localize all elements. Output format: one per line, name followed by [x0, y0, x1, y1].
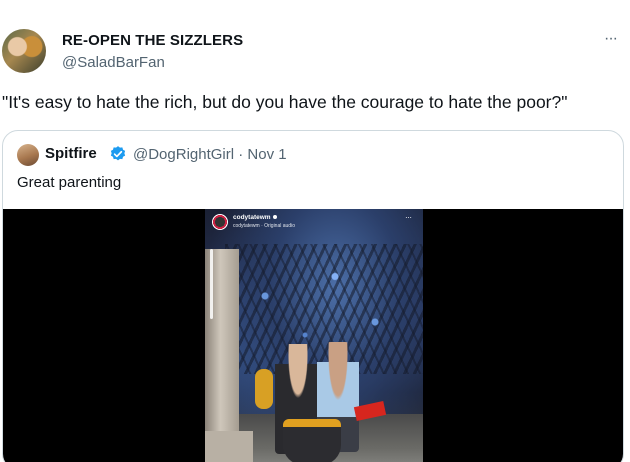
tweet-text: "It's easy to hate the rich, but do you …	[2, 92, 568, 112]
video-progress-indicator	[210, 249, 213, 319]
verified-badge-icon	[110, 146, 126, 161]
quote-text: Great parenting	[17, 174, 122, 191]
ig-avatar	[212, 214, 228, 230]
video-player[interactable]: codytatewm codytatewm · Original audio ·…	[3, 209, 623, 462]
author-handle[interactable]: @SaladBarFan	[62, 54, 165, 71]
video-candy-bucket	[283, 419, 341, 462]
ig-more-icon: ···	[405, 213, 412, 222]
quoted-tweet[interactable]: Spitfire @DogRightGirl · Nov 1 Great par…	[2, 130, 624, 462]
video-child-figure	[255, 369, 273, 409]
video-frame[interactable]: codytatewm codytatewm · Original audio ·…	[205, 209, 423, 462]
quote-author-avatar[interactable]	[17, 144, 39, 166]
ig-audio-label: codytatewm · Original audio	[233, 223, 295, 229]
ig-username: codytatewm	[233, 214, 277, 221]
more-icon[interactable]: ···	[604, 30, 618, 48]
author-avatar[interactable]	[2, 29, 46, 73]
quote-author-display-name[interactable]: Spitfire	[45, 145, 97, 162]
quote-author-handle-date[interactable]: @DogRightGirl · Nov 1	[133, 146, 287, 163]
video-pillar-base	[205, 431, 253, 462]
author-display-name[interactable]: RE-OPEN THE SIZZLERS	[62, 32, 243, 49]
ig-username-text: codytatewm	[233, 214, 271, 221]
ig-follow-dot-icon	[272, 215, 277, 220]
